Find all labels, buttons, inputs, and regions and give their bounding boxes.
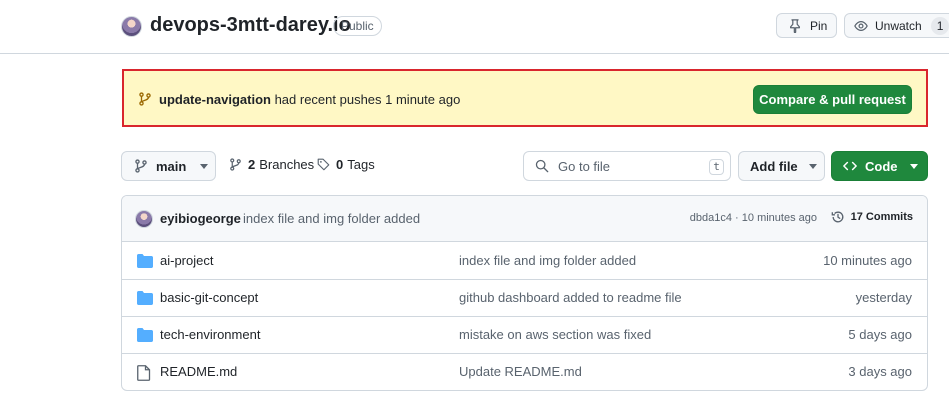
file-row[interactable]: ai-project index file and img folder add… [122, 243, 927, 280]
history-icon [831, 210, 845, 224]
eye-icon [853, 19, 869, 33]
branch-select-label: main [156, 158, 187, 174]
git-branch-icon [138, 92, 152, 106]
branches-link[interactable]: 2 Branches [229, 157, 314, 172]
banner-branch-name[interactable]: update-navigation [159, 92, 271, 107]
tags-count: 0 [336, 157, 344, 172]
latest-commit-bar: eyibiogeorge index file and img folder a… [122, 196, 927, 242]
pin-button[interactable]: Pin [776, 13, 837, 38]
file-name[interactable]: tech-environment [160, 327, 260, 342]
file-name[interactable]: README.md [160, 364, 237, 379]
pin-icon [788, 18, 802, 33]
branches-count: 2 [248, 157, 256, 172]
unwatch-button[interactable]: Unwatch 1 [844, 13, 949, 38]
watch-counter: 1 [930, 16, 949, 35]
commits-count-label: 17 Commits [850, 211, 913, 223]
git-branch-icon [134, 159, 148, 173]
file-commit-message[interactable]: github dashboard added to readme file [459, 290, 682, 305]
tags-label: Tags [347, 157, 375, 172]
file-commit-date: 10 minutes ago [823, 253, 912, 268]
file-table: eyibiogeorge index file and img folder a… [121, 195, 928, 391]
folder-icon [137, 328, 153, 342]
repo-name[interactable]: devops-3mtt-darey.io [150, 14, 351, 37]
add-file-label: Add file [750, 158, 798, 174]
code-button[interactable]: Code [831, 151, 928, 181]
search-icon [535, 159, 549, 173]
code-label: Code [865, 158, 898, 174]
folder-icon [137, 291, 153, 305]
pin-label: Pin [810, 18, 828, 33]
file-commit-date: yesterday [855, 290, 912, 305]
file-name[interactable]: basic-git-concept [160, 290, 258, 305]
banner-message-text: had recent pushes 1 minute ago [270, 92, 461, 107]
commit-hash-time[interactable]: dbda1c4 · 10 minutes ago [690, 212, 817, 224]
banner-message: update-navigation had recent pushes 1 mi… [159, 92, 460, 107]
file-commit-date: 3 days ago [848, 364, 912, 379]
commit-message[interactable]: index file and img folder added [243, 211, 420, 226]
file-row[interactable]: README.md Update README.md 3 days ago [122, 354, 927, 390]
git-branch-icon [229, 158, 242, 171]
file-row[interactable]: basic-git-concept github dashboard added… [122, 280, 927, 317]
owner-avatar[interactable] [121, 16, 142, 37]
keyboard-shortcut-hint: t [709, 159, 724, 175]
commits-history-link[interactable]: 17 Commits [831, 210, 913, 224]
file-name[interactable]: ai-project [160, 253, 213, 268]
chevron-down-icon [808, 163, 817, 169]
file-row[interactable]: tech-environment mistake on aws section … [122, 317, 927, 354]
branches-label: Branches [259, 157, 315, 172]
file-commit-message[interactable]: Update README.md [459, 364, 582, 379]
go-to-file-placeholder: Go to file [558, 158, 611, 174]
file-icon [137, 365, 151, 381]
chevron-down-icon [909, 163, 918, 169]
file-commit-message[interactable]: mistake on aws section was fixed [459, 327, 651, 342]
folder-icon [137, 254, 153, 268]
file-commit-date: 5 days ago [848, 327, 912, 342]
branch-select-button[interactable]: main [121, 151, 216, 181]
file-commit-message[interactable]: index file and img folder added [459, 253, 636, 268]
compare-pull-request-button[interactable]: Compare & pull request [753, 85, 912, 114]
repo-header: devops-3mtt-darey.io Public Pin Unwatch … [0, 0, 949, 54]
go-to-file-input[interactable]: Go to file t [523, 151, 731, 181]
code-icon [843, 160, 857, 172]
visibility-badge: Public [333, 16, 382, 36]
add-file-button[interactable]: Add file [738, 151, 825, 181]
commit-author-avatar[interactable] [135, 210, 153, 228]
commit-author[interactable]: eyibiogeorge [160, 211, 241, 226]
chevron-down-icon [200, 163, 209, 169]
unwatch-label: Unwatch [875, 18, 922, 33]
recent-push-banner: update-navigation had recent pushes 1 mi… [122, 69, 928, 127]
tags-link[interactable]: 0 Tags [317, 157, 375, 172]
tag-icon [317, 158, 330, 171]
